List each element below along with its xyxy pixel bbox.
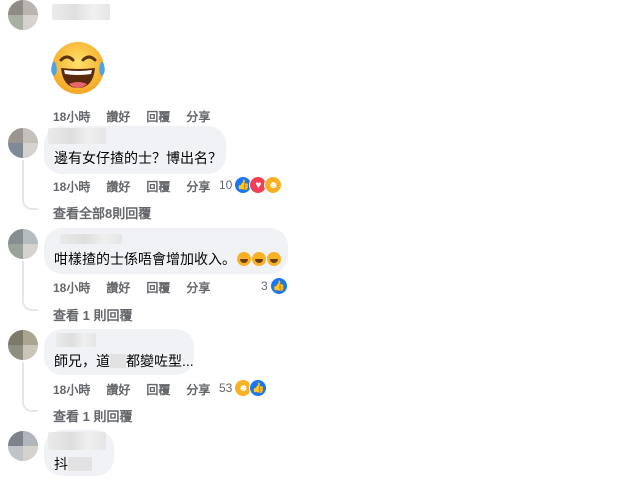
thread-line [22,160,24,198]
commenter-name[interactable] [48,432,106,450]
comment-bubble: 抖 [44,430,114,476]
reply-button[interactable]: 回覆 [146,108,170,125]
view-replies-link[interactable]: 查看 1 則回覆 [53,305,132,324]
reaction-summary[interactable]: 3 👍 [261,277,288,295]
thread-connector [22,196,38,210]
thread-connector [22,398,38,412]
haha-icon: ☻ [264,176,283,194]
like-button[interactable]: 讚好 [106,279,130,296]
like-icon: 👍 [249,379,268,397]
reply-button[interactable]: 回覆 [146,178,170,195]
like-button[interactable]: 讚好 [106,178,130,195]
commenter-name[interactable] [52,4,110,20]
haha-emoji-icon [267,252,281,266]
censored-text [110,354,126,368]
thread-connector [22,297,38,311]
comment-text-body: 咁樣揸的士係唔會增加收入。 [54,251,236,267]
comment-actions: 18小時 讚好 回覆 分享 [53,108,226,124]
commenter-name[interactable] [48,128,106,144]
thread-line [22,261,24,299]
like-button[interactable]: 讚好 [106,381,130,398]
censored-text [68,457,92,471]
timestamp[interactable]: 18小時 [53,178,90,195]
avatar[interactable] [8,0,38,30]
reaction-summary[interactable]: 53 ☻ 👍 [219,379,268,397]
haha-emoji-icon [252,252,266,266]
share-button[interactable]: 分享 [186,178,210,195]
share-button[interactable]: 分享 [186,108,210,125]
view-replies-link[interactable]: 查看全部8則回覆 [53,203,151,222]
timestamp[interactable]: 18小時 [53,381,90,398]
reaction-summary[interactable]: 10 👍 ♥ ☻ [219,176,283,194]
comment-bubble: 師兄，道 都變咗型... [44,329,194,375]
comment-text-body: 抖 [54,456,68,472]
haha-sticker [47,40,109,96]
comment-actions: 18小時 讚好 回覆 分享 [53,178,226,194]
comment-text: 抖 [54,455,92,473]
commenter-name[interactable] [60,234,122,244]
comment-bubble: 邊有女仔揸的士？博出名？ [44,126,226,174]
share-button[interactable]: 分享 [186,279,210,296]
reaction-count: 53 [219,381,233,395]
comment-actions: 18小時 讚好 回覆 分享 [53,381,226,397]
reaction-count: 3 [261,279,268,293]
view-replies-link[interactable]: 查看 1 則回覆 [53,406,132,425]
avatar[interactable] [8,431,38,461]
comment-text: 邊有女仔揸的士？博出名？ [54,150,222,166]
avatar[interactable] [8,229,38,259]
thread-line [22,362,24,400]
comment-text: 咁樣揸的士係唔會增加收入。 [54,250,281,268]
comment-actions: 18小時 讚好 回覆 分享 [53,279,226,295]
haha-emoji-icon [237,252,251,266]
comment-text-after: 都變咗型... [126,353,194,369]
comment-text-before: 師兄，道 [54,353,110,369]
comment-text: 師兄，道 都變咗型... [54,352,194,370]
timestamp[interactable]: 18小時 [53,108,90,125]
comment-bubble: 咁樣揸的士係唔會增加收入。 [44,228,288,274]
reaction-count: 10 [219,178,233,192]
avatar[interactable] [8,128,38,158]
like-button[interactable]: 讚好 [106,108,130,125]
reply-button[interactable]: 回覆 [146,279,170,296]
share-button[interactable]: 分享 [186,381,210,398]
commenter-name[interactable] [56,333,96,347]
timestamp[interactable]: 18小時 [53,279,90,296]
like-icon: 👍 [269,277,288,295]
reply-button[interactable]: 回覆 [146,381,170,398]
avatar[interactable] [8,330,38,360]
